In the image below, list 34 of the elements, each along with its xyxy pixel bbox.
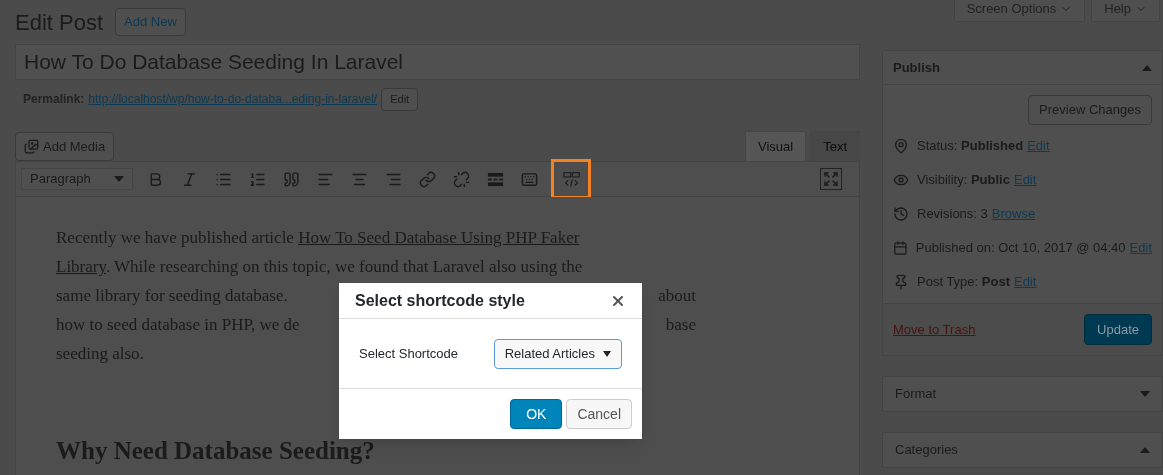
pin-icon <box>893 137 909 154</box>
cancel-button[interactable]: Cancel <box>566 399 632 429</box>
publish-link[interactable]: Browse <box>991 203 1036 224</box>
dropdown-arrow-icon <box>603 350 611 357</box>
keyboard-icon[interactable] <box>520 170 538 188</box>
update-button[interactable]: Update <box>1084 313 1152 345</box>
shortcode-select[interactable]: Related Articles <box>493 338 622 369</box>
shortcode-icon[interactable] <box>562 170 580 188</box>
move-to-trash-link[interactable]: Move to Trash <box>893 319 976 339</box>
fullscreen-icon[interactable] <box>820 168 842 190</box>
expand-arrow-icon[interactable] <box>1140 391 1150 397</box>
editor-tab[interactable]: Text <box>810 130 860 161</box>
publish-link[interactable]: Edit <box>1013 271 1037 292</box>
publish-link[interactable]: Edit <box>1129 237 1152 258</box>
publish-link[interactable]: Edit <box>1027 135 1050 156</box>
pushpin-icon <box>893 273 909 290</box>
permalink-link[interactable]: http://localhost/wp/how-to-do-databa...eding-in-laravel/ <box>88 90 378 109</box>
calendar-icon <box>893 239 908 256</box>
field-label: Select Shortcode <box>359 344 458 363</box>
ok-button[interactable]: OK <box>510 399 563 429</box>
publish-link[interactable]: Edit <box>1013 169 1037 190</box>
media-icon <box>24 138 39 154</box>
collapse-arrow-icon[interactable] <box>1140 447 1150 453</box>
editor-tab[interactable]: Visual <box>744 130 807 161</box>
history-icon <box>893 205 909 222</box>
add-new-button[interactable]: Add New <box>115 8 186 36</box>
unlink-icon[interactable] <box>452 170 470 188</box>
link-icon[interactable] <box>418 170 436 188</box>
quote-icon[interactable] <box>282 170 300 188</box>
dropdown-arrow-icon <box>114 176 124 182</box>
collapse-arrow-icon[interactable] <box>1142 64 1152 71</box>
read-more-icon[interactable] <box>486 170 504 188</box>
dialog-title: Select shortcode style <box>355 290 525 311</box>
numbered-list-icon[interactable] <box>248 170 266 188</box>
